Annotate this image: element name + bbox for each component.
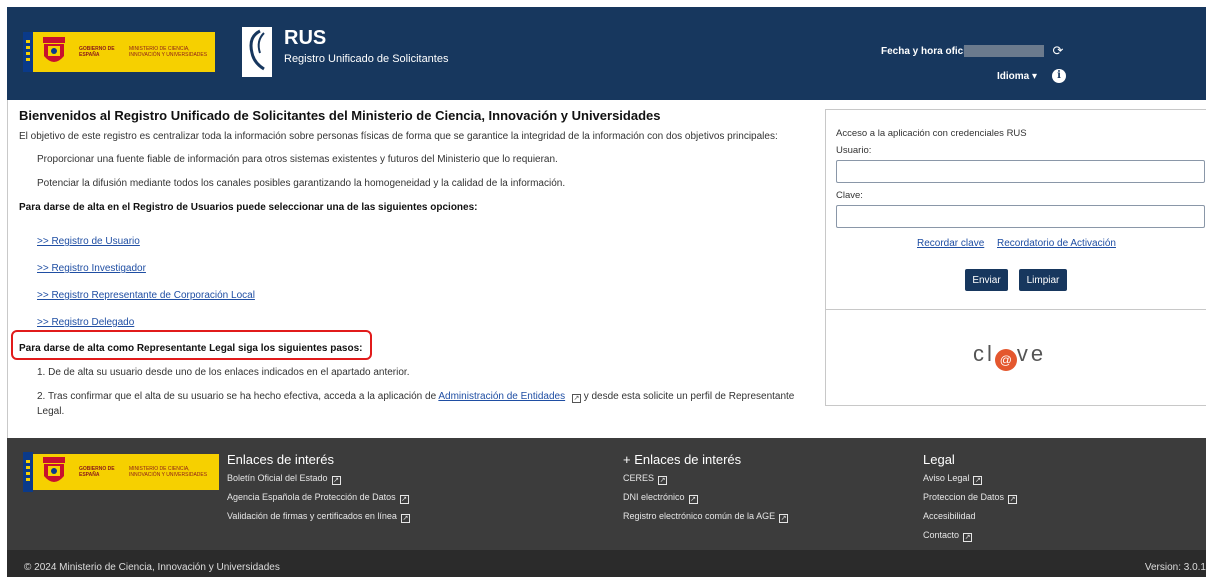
link-registro-delegado[interactable]: >> Registro Delegado [37,317,134,328]
footer-more-links-column: + Enlaces de interés CERES ↗ DNI electrón… [623,452,789,526]
clear-button[interactable]: Limpiar [1019,269,1067,291]
footer-link-accesibilidad[interactable]: Accesibilidad [923,507,1017,526]
link-registro-representante-corporacion[interactable]: >> Registro Representante de Corporación… [37,290,255,301]
login-heading: Acceso a la aplicación con credenciales … [836,128,1027,139]
username-input[interactable] [836,160,1205,183]
app-subtitle: Registro Unificado de Solicitantes [284,53,449,65]
flag-icon [23,32,33,72]
footer-link-boe[interactable]: Boletín Oficial del Estado ↗ [227,469,410,488]
footer-link-aepd[interactable]: Agencia Española de Protección de Datos ↗ [227,488,410,507]
footer-link-proteccion-datos[interactable]: Proteccion de Datos ↗ [923,488,1018,507]
highlight-annotation [11,330,372,360]
clave-logo[interactable]: cl @ ve [973,341,1046,371]
footer-coat-of-arms-icon [39,455,69,489]
link-registro-usuario[interactable]: >> Registro de Usuario [37,236,140,247]
footer-flag-icon [23,452,33,492]
intro-text: El objetivo de este registro es centrali… [19,131,778,142]
app-title: RUS [284,27,327,49]
external-link-icon: ↗ [779,514,789,523]
language-dropdown[interactable]: Idioma ▾ [997,71,1037,82]
footer-more-links-title: + Enlaces de interés [623,452,742,467]
footer-links-column: Enlaces de interés Boletín Oficial del E… [227,452,410,526]
clave-logo-text-left: cl [973,341,995,366]
objective-1: Proporcionar una fuente fiable de inform… [37,154,558,165]
footer-legal-column: Legal Aviso Legal ↗ Proteccion de Datos ↗ … [923,452,1018,545]
government-text: GOBIERNO DE ESPAÑA [79,46,115,58]
footer-link-contacto[interactable]: Contacto ↗ [923,526,1017,545]
external-link-icon: ↗ [658,476,668,485]
footer-government-text: GOBIERNO DE ESPAÑA [79,466,115,478]
objective-2: Potenciar la difusión mediante todos los… [37,178,566,189]
link-administracion-entidades[interactable]: Administración de Entidades [438,391,565,402]
footer-link-rec[interactable]: Registro electrónico común de la AGE ↗ [623,507,789,526]
send-button[interactable]: Enviar [965,269,1008,291]
rus-logo-icon [242,27,272,77]
official-time-value [964,45,1044,57]
site-header: GOBIERNO DE ESPAÑA MINISTERIO DE CIENCIA… [7,7,1206,100]
site-footer: GOBIERNO DE ESPAÑA MINISTERIO DE CIENCIA… [7,438,1206,550]
main-content: Bienvenidos al Registro Unificado de Sol… [19,108,809,419]
clave-at-icon: @ [994,349,1017,371]
login-panel: Acceso a la aplicación con credenciales … [825,109,1206,406]
footer-legal-title: Legal [923,452,955,467]
government-logo[interactable]: GOBIERNO DE ESPAÑA MINISTERIO DE CIENCIA… [23,32,215,72]
step-2: 2. Tras confirmar que el alta de su usua… [19,389,809,419]
external-link-icon: ↗ [688,495,698,504]
version-text: Version: 3.0.1 [1144,562,1206,573]
external-link-icon: ↗ [331,476,341,485]
footer-government-logo[interactable]: GOBIERNO DE ESPAÑA MINISTERIO DE CIENCIA… [23,452,219,492]
bottom-bar: © 2024 Ministerio de Ciencia, Innovación… [7,550,1206,577]
footer-link-dni[interactable]: DNI electrónico ↗ [623,488,788,507]
link-registro-investigador[interactable]: >> Registro Investigador [37,263,146,274]
password-label: Clave: [836,190,863,201]
clave-logo-text-right: ve [1016,341,1047,366]
coat-of-arms-icon [39,35,69,69]
external-link-icon: ↗ [1008,495,1018,504]
remember-password-link[interactable]: Recordar clave [917,238,984,249]
password-input[interactable] [836,205,1205,228]
copyright-text: © 2024 Ministerio de Ciencia, Innovación… [24,562,280,573]
info-icon[interactable]: i [1052,69,1066,83]
external-link-icon: ↗ [399,495,409,504]
step-2-text: 2. Tras confirmar que el alta de su usua… [37,391,437,402]
external-link-icon: ↗ [973,476,983,485]
external-link-icon: ↗ [571,394,581,403]
refresh-icon[interactable]: ⟳ [1051,44,1065,58]
external-link-icon: ↗ [400,514,410,523]
footer-ministry-text: MINISTERIO DE CIENCIA, INNOVACIÓN Y UNIV… [129,466,208,478]
activation-reminder-link[interactable]: Recordatorio de Activación [997,238,1116,249]
login-credentials-section: Acceso a la aplicación con credenciales … [826,110,1206,310]
step-1: 1. De de alta su usuario desde uno de lo… [37,367,410,378]
footer-link-ceres[interactable]: CERES ↗ [623,469,788,488]
username-label: Usuario: [836,145,872,156]
page-title: Bienvenidos al Registro Unificado de Sol… [19,108,661,123]
footer-link-aviso-legal[interactable]: Aviso Legal ↗ [923,469,1017,488]
external-link-icon: ↗ [963,533,973,542]
footer-links-title: Enlaces de interés [227,452,334,467]
ministry-text: MINISTERIO DE CIENCIA, INNOVACIÓN Y UNIV… [129,46,208,58]
options-heading: Para darse de alta en el Registro de Usu… [19,202,478,213]
footer-link-validacion[interactable]: Validación de firmas y certificados en l… [227,507,410,526]
